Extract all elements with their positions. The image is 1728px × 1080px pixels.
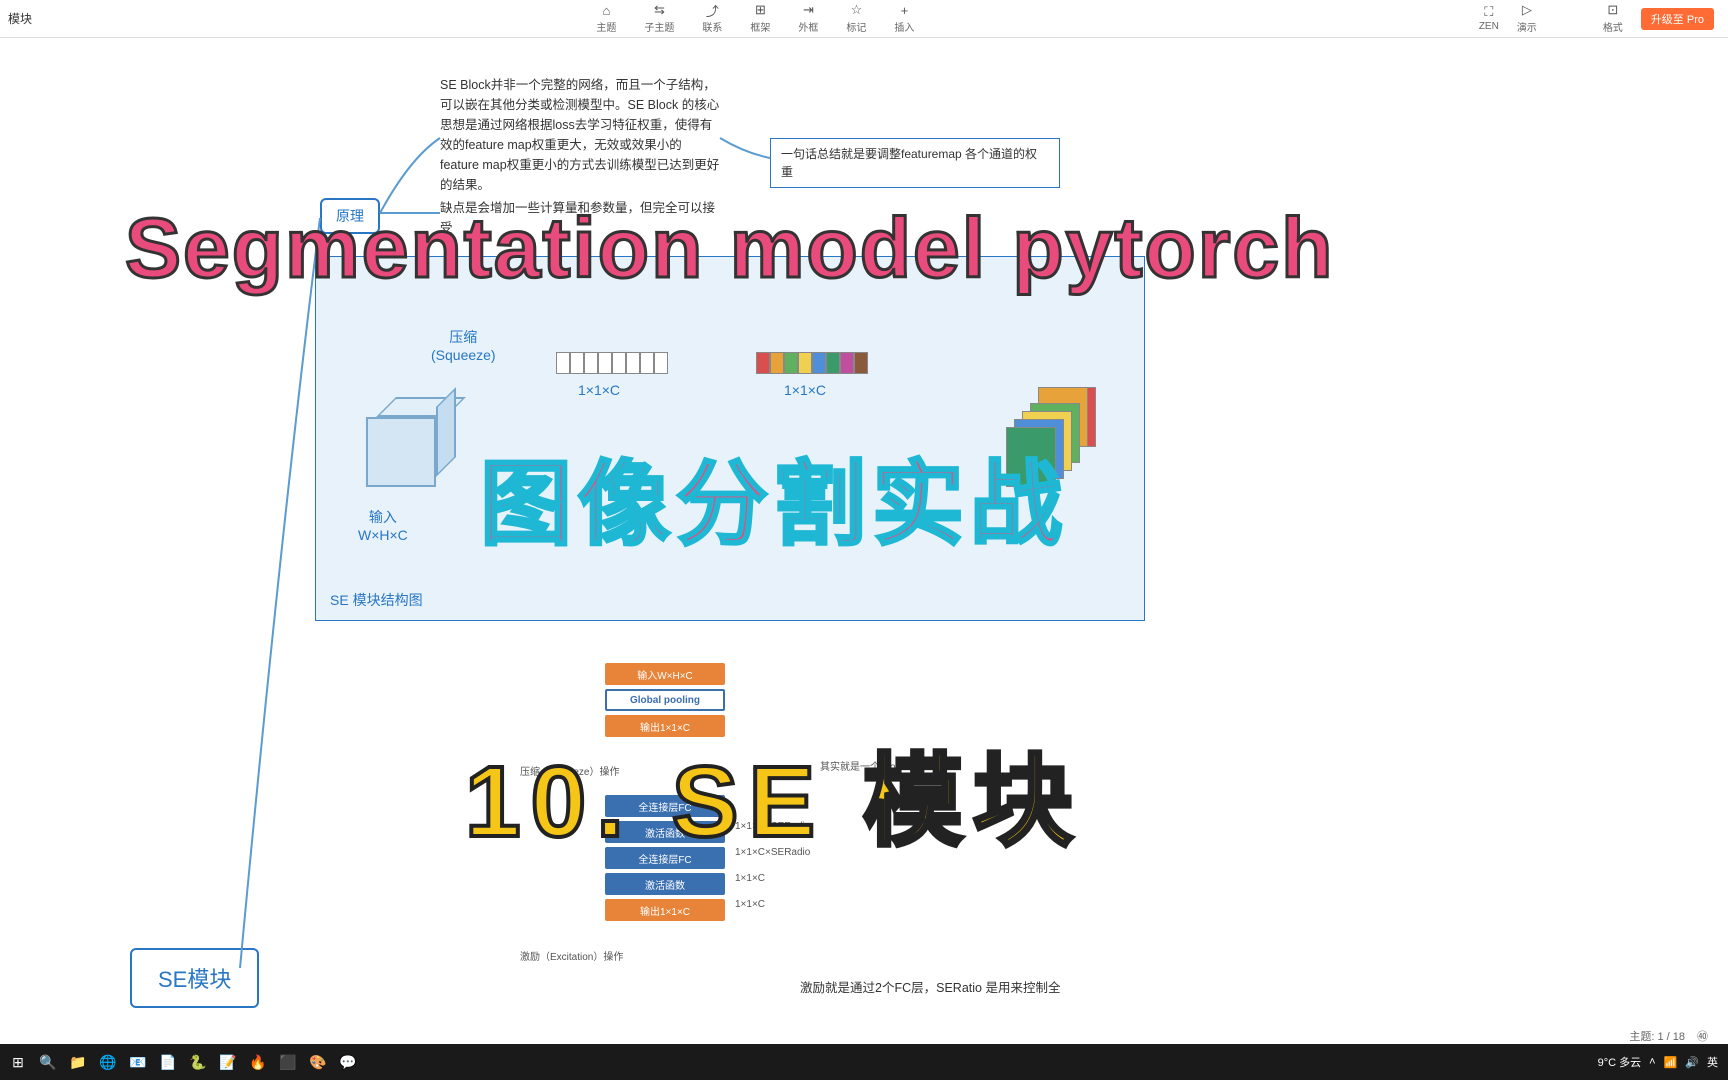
flow-global-pooling[interactable]: Global pooling bbox=[605, 689, 725, 711]
text-description-1[interactable]: SE Block并非一个完整的网络，而且一个子结构，可以嵌在其他分类或检测模型中… bbox=[440, 75, 720, 195]
format-icon: ⊡ bbox=[1605, 3, 1621, 17]
editor-icon[interactable]: 📝 bbox=[214, 1048, 242, 1076]
tb-present[interactable]: ▷演示 bbox=[1517, 3, 1537, 34]
toolbar-center-group: ⌂主题 ⇆子主题 ⤴联系 ⊞框架 ⇥外框 ☆标记 +插入 bbox=[32, 3, 1479, 34]
flow-input[interactable]: 输入W×H×C bbox=[605, 663, 725, 685]
topic-counter: 主题: 1 / 18 bbox=[1629, 1028, 1685, 1044]
text-excitation-note[interactable]: 激励就是通过2个FC层，SERatio 是用来控制全 bbox=[800, 978, 1060, 998]
browser-icon[interactable]: 🌐 bbox=[94, 1048, 122, 1076]
node-root-label: SE模块 bbox=[158, 967, 231, 992]
ime-indicator[interactable]: 英 bbox=[1707, 1054, 1718, 1070]
tray-volume-icon[interactable]: 🔊 bbox=[1685, 1056, 1699, 1069]
app-icon-1[interactable]: 🔥 bbox=[244, 1048, 272, 1076]
label-dim1: 1×1×C bbox=[578, 382, 620, 398]
label-squeeze: 压缩 (Squeeze) bbox=[431, 327, 496, 363]
flow-act2[interactable]: 激活函数 bbox=[605, 873, 725, 895]
tray-wifi-icon[interactable]: 📶 bbox=[1664, 1056, 1678, 1069]
start-button[interactable]: ⊞ bbox=[4, 1048, 32, 1076]
status-ime: ㊵ bbox=[1697, 1028, 1708, 1044]
node-root[interactable]: SE模块 bbox=[130, 948, 259, 1008]
present-icon: ▷ bbox=[1519, 3, 1535, 17]
status-bar: 主题: 1 / 18 ㊵ bbox=[0, 1028, 1728, 1044]
strip-1 bbox=[556, 352, 668, 374]
doc-icon[interactable]: 📄 bbox=[154, 1048, 182, 1076]
python-icon[interactable]: 🐍 bbox=[184, 1048, 212, 1076]
explorer-icon[interactable]: 📁 bbox=[64, 1048, 92, 1076]
star-icon: ☆ bbox=[848, 3, 864, 17]
strip-2 bbox=[756, 352, 868, 374]
app-toolbar: 模块 ⌂主题 ⇆子主题 ⤴联系 ⊞框架 ⇥外框 ☆标记 +插入 ⛶ZEN ▷演示… bbox=[0, 0, 1728, 38]
overlay-segmentation-title: Segmentation model pytorch bbox=[125, 200, 1334, 297]
mail-icon[interactable]: 📧 bbox=[124, 1048, 152, 1076]
app-icon-2[interactable]: 🎨 bbox=[304, 1048, 332, 1076]
tb-zen[interactable]: ⛶ZEN bbox=[1479, 5, 1499, 32]
tb-insert[interactable]: +插入 bbox=[894, 3, 914, 34]
upgrade-button[interactable]: 升级至 Pro bbox=[1641, 8, 1714, 30]
tb-subtheme[interactable]: ⇆子主题 bbox=[644, 3, 674, 34]
outline-icon: ⇥ bbox=[800, 3, 816, 17]
tb-marker[interactable]: ☆标记 bbox=[846, 3, 866, 34]
cube-input bbox=[366, 397, 456, 487]
tb-theme[interactable]: ⌂主题 bbox=[596, 3, 616, 34]
overlay-chinese-title: 图像分割实战 bbox=[480, 430, 1068, 563]
terminal-icon[interactable]: ⬛ bbox=[274, 1048, 302, 1076]
plus-icon: + bbox=[896, 3, 912, 17]
windows-taskbar: ⊞ 🔍 📁 🌐 📧 📄 🐍 📝 🔥 ⬛ 🎨 💬 9°C 多云 ˄ 📶 🔊 英 bbox=[0, 1044, 1728, 1080]
tab-label: 模块 bbox=[8, 10, 32, 27]
tb-frame[interactable]: ⊞框架 bbox=[750, 3, 770, 34]
toolbar-right-group: ⛶ZEN ▷演示 ⊡格式 升级至 Pro bbox=[1479, 3, 1728, 34]
overlay-chapter-title: 10. SE 模块 bbox=[465, 720, 1083, 865]
flow-output-2[interactable]: 输出1×1×C bbox=[605, 899, 725, 921]
wechat-icon[interactable]: 💬 bbox=[334, 1048, 362, 1076]
label-dim2: 1×1×C bbox=[784, 382, 826, 398]
tab-area: 模块 bbox=[0, 10, 32, 27]
weather-widget[interactable]: 9°C 多云 bbox=[1598, 1054, 1642, 1070]
system-tray: 9°C 多云 ˄ 📶 🔊 英 bbox=[1598, 1054, 1728, 1070]
subtheme-icon: ⇆ bbox=[651, 3, 667, 17]
tb-format[interactable]: ⊡格式 bbox=[1603, 3, 1623, 34]
relation-icon: ⤴ bbox=[704, 3, 720, 17]
label-dim-c: 1×1×C bbox=[735, 873, 765, 884]
search-icon[interactable]: 🔍 bbox=[34, 1048, 62, 1076]
label-dim-d: 1×1×C bbox=[735, 899, 765, 910]
home-icon: ⌂ bbox=[598, 3, 614, 17]
taskbar-apps: ⊞ 🔍 📁 🌐 📧 📄 🐍 📝 🔥 ⬛ 🎨 💬 bbox=[0, 1048, 362, 1076]
label-input: 输入 W×H×C bbox=[358, 507, 408, 543]
diagram-title: SE 模块结构图 bbox=[330, 590, 423, 610]
note-summary[interactable]: 一句话总结就是要调整featuremap 各个通道的权重 bbox=[770, 138, 1060, 188]
zen-icon: ⛶ bbox=[1481, 5, 1497, 19]
tb-outline[interactable]: ⇥外框 bbox=[798, 3, 818, 34]
tray-up-icon[interactable]: ˄ bbox=[1649, 1056, 1655, 1068]
frame-icon: ⊞ bbox=[752, 3, 768, 17]
tb-relation[interactable]: ⤴联系 bbox=[702, 3, 722, 34]
label-excitation-op: 激励（Excitation）操作 bbox=[520, 948, 623, 963]
